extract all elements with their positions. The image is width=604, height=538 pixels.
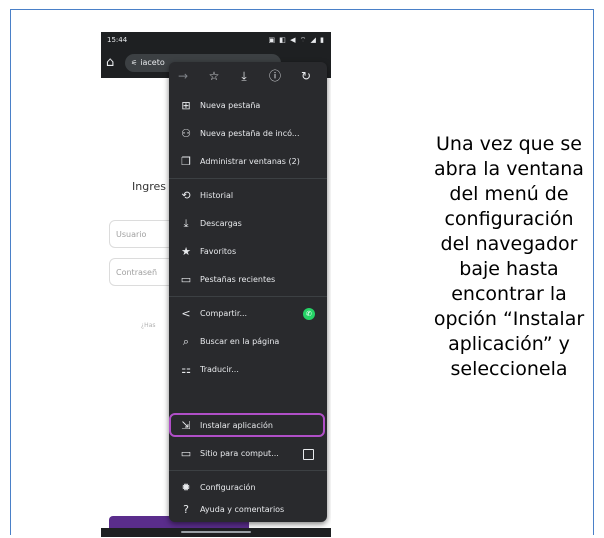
download-icon[interactable]: ⤓: [236, 69, 252, 83]
instruction-text: Una vez que se abra la ventana del menú …: [421, 132, 597, 382]
refresh-icon[interactable]: ↻: [298, 69, 314, 83]
menu-divider: [169, 470, 327, 471]
star-icon: ★: [181, 245, 191, 258]
whatsapp-icon[interactable]: ✆: [303, 308, 315, 320]
menu-item-label: Configuración: [200, 483, 256, 492]
install-app-highlight: [169, 413, 325, 437]
menu-item-label: Descargas: [200, 219, 242, 228]
menu-item-label: Sitio para comput...: [200, 449, 279, 458]
menu-item-bookmarks[interactable]: ★ Favoritos: [169, 241, 327, 263]
menu-item-label: Ayuda y comentarios: [200, 505, 285, 514]
site-settings-icon[interactable]: ⚟: [131, 59, 137, 67]
incognito-icon: ⚇: [181, 127, 191, 140]
desktop-site-icon: ▭: [180, 447, 192, 460]
menu-divider: [169, 296, 327, 297]
menu-item-translate[interactable]: ⚏ Traducir...: [169, 359, 327, 381]
instruction-line: aplicación” y: [448, 333, 570, 355]
menu-item-label: Nueva pestaña de incó...: [200, 129, 300, 138]
browser-overflow-menu: → ☆ ⤓ ⓘ ↻ ⊞ Nueva pestaña ⚇ Nueva pestañ…: [169, 62, 327, 522]
instruction-line: encontrar la: [451, 283, 567, 305]
help-icon: ?: [183, 503, 189, 516]
windows-icon: ❐: [181, 155, 191, 168]
menu-item-recent-tabs[interactable]: ▭ Pestañas recientes: [169, 269, 327, 291]
desktop-site-checkbox[interactable]: [303, 449, 314, 460]
forward-icon[interactable]: →: [175, 69, 191, 83]
downloads-icon: ⤓: [183, 217, 189, 230]
instruction-line: baje hasta: [459, 258, 559, 280]
phone-screenshot: 15:44 ▣ ◧ ◀ ⌔ ◢ ▮ ⌂ ⚟ iaceto Ingres Usuar…: [101, 32, 331, 537]
menu-item-label: Traducir...: [200, 365, 239, 374]
home-icon[interactable]: ⌂: [106, 54, 114, 72]
menu-item-new-tab[interactable]: ⊞ Nueva pestaña: [169, 95, 327, 117]
instruction-line: Una vez que se: [436, 133, 582, 155]
menu-item-label: Compartir...: [200, 309, 248, 318]
bookmark-star-icon[interactable]: ☆: [206, 69, 222, 83]
menu-item-label: Administrar ventanas (2): [200, 157, 300, 166]
history-icon: ⟲: [181, 189, 191, 202]
menu-item-history[interactable]: ⟲ Historial: [169, 185, 327, 207]
status-bar: 15:44 ▣ ◧ ◀ ⌔ ◢ ▮: [101, 32, 331, 48]
menu-divider: [169, 178, 327, 179]
menu-item-downloads[interactable]: ⤓ Descargas: [169, 213, 327, 235]
forgot-password-link[interactable]: ¿Has: [141, 322, 156, 329]
menu-item-settings[interactable]: ✹ Configuración: [169, 477, 327, 499]
instruction-line: opción “Instalar: [433, 308, 585, 330]
instruction-line: del navegador: [440, 233, 578, 255]
instruction-line: del menú de: [449, 183, 569, 205]
url-text: iaceto: [140, 58, 165, 67]
login-heading: Ingres: [132, 180, 166, 193]
menu-item-manage-windows[interactable]: ❐ Administrar ventanas (2): [169, 151, 327, 173]
translate-icon: ⚏: [181, 363, 191, 376]
recent-tabs-icon: ▭: [180, 273, 192, 286]
menu-item-label: Nueva pestaña: [200, 101, 261, 110]
find-in-page-icon: ⌕: [182, 335, 190, 348]
menu-item-label: Pestañas recientes: [200, 275, 276, 284]
menu-item-help[interactable]: ? Ayuda y comentarios: [169, 499, 327, 521]
new-tab-icon: ⊞: [181, 99, 191, 112]
menu-item-desktop-site[interactable]: ▭ Sitio para comput...: [169, 443, 327, 465]
menu-item-share[interactable]: < Compartir... ✆: [169, 303, 327, 325]
instruction-line: configuración: [444, 208, 574, 230]
status-icons: ▣ ◧ ◀ ⌔ ◢ ▮: [268, 36, 325, 44]
android-nav-bar: [101, 528, 331, 537]
menu-item-label: Favoritos: [200, 247, 237, 256]
share-icon: <: [181, 307, 191, 320]
settings-icon: ✹: [181, 481, 191, 494]
menu-item-incognito[interactable]: ⚇ Nueva pestaña de incó...: [169, 123, 327, 145]
instruction-line: abra la ventana: [434, 158, 584, 180]
menu-toolbar: → ☆ ⤓ ⓘ ↻: [169, 62, 327, 92]
slide-frame: 15:44 ▣ ◧ ◀ ⌔ ◢ ▮ ⌂ ⚟ iaceto Ingres Usuar…: [10, 9, 597, 537]
menu-item-label: Historial: [200, 191, 234, 200]
menu-item-find-in-page[interactable]: ⌕ Buscar en la página: [169, 331, 327, 353]
status-time: 15:44: [107, 36, 128, 44]
instruction-line: seleccionela: [450, 358, 568, 380]
info-icon[interactable]: ⓘ: [267, 69, 283, 83]
menu-item-label: Buscar en la página: [200, 337, 280, 346]
gesture-handle[interactable]: [181, 531, 251, 533]
